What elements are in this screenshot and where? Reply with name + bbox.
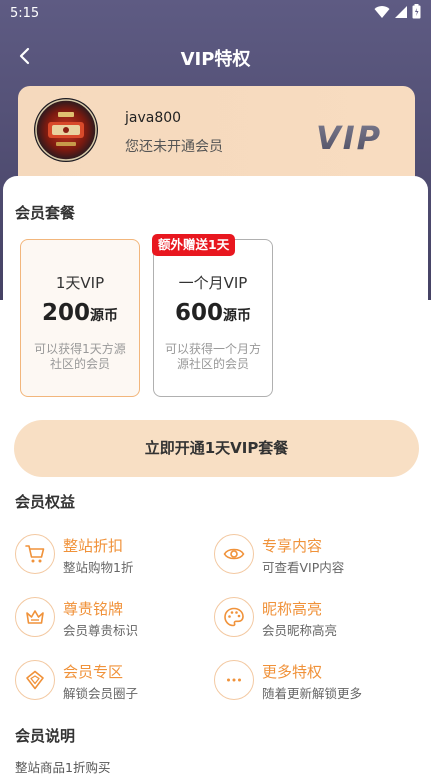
plan-description: 可以获得1天方源社区的会员 — [34, 342, 126, 371]
crown-icon — [15, 597, 55, 637]
benefit-title: 昵称高亮 — [262, 600, 323, 618]
plan-price-value: 600 — [174, 300, 223, 326]
plan-price-unit: 源币 — [90, 308, 118, 324]
signal-icon — [395, 5, 407, 18]
cart-icon — [15, 534, 55, 574]
vip-logo: VIP — [316, 119, 382, 157]
explanation-text: 整站商品1折购买 — [15, 760, 111, 775]
plan-price: 200源币 — [21, 300, 139, 326]
more-dots-icon — [214, 660, 254, 700]
benefit-nickname-highlight[interactable]: 昵称高亮 会员昵称高亮 — [214, 597, 404, 641]
nav-bar: VIP特权 — [0, 36, 431, 76]
benefit-title: 会员专区 — [63, 663, 124, 681]
benefit-more-privileges[interactable]: 更多特权 随着更新解锁更多 — [214, 660, 404, 704]
explanation-section-title: 会员说明 — [15, 727, 76, 745]
benefit-title: 专享内容 — [262, 537, 323, 555]
diamond-icon — [15, 660, 55, 700]
plan-name: 一个月VIP — [178, 274, 248, 292]
eye-icon — [214, 534, 254, 574]
battery-icon — [412, 4, 421, 19]
bonus-badge: 额外赠送1天 — [152, 234, 236, 256]
benefit-subtitle: 整站购物1折 — [63, 560, 134, 575]
benefit-subtitle: 会员昵称高亮 — [262, 623, 338, 638]
benefit-honor-badge[interactable]: 尊贵铭牌 会员尊贵标识 — [15, 597, 205, 641]
plan-price-value: 200 — [41, 300, 90, 326]
benefit-member-zone[interactable]: 会员专区 解锁会员圈子 — [15, 660, 205, 704]
benefit-subtitle: 解锁会员圈子 — [63, 686, 139, 701]
status-bar: 5:15 — [0, 0, 431, 28]
vip-status-text: 您还未开通会员 — [125, 139, 223, 155]
vip-logo-text: VIP — [316, 119, 382, 157]
benefit-subtitle: 可查看VIP内容 — [262, 560, 345, 575]
plan-price-unit: 源币 — [223, 308, 251, 324]
avatar[interactable] — [34, 98, 98, 162]
packages-section-title: 会员套餐 — [15, 204, 76, 222]
status-icons — [374, 4, 421, 19]
plan-price: 600源币 — [154, 300, 272, 326]
palette-icon — [214, 597, 254, 637]
plan-name: 1天VIP — [55, 274, 105, 292]
benefit-title: 尊贵铭牌 — [63, 600, 124, 618]
activate-vip-button[interactable]: 立即开通1天VIP套餐 — [14, 420, 419, 477]
username: java800 — [125, 110, 182, 126]
benefit-title: 更多特权 — [262, 663, 323, 681]
avatar-emblem-icon — [35, 99, 97, 161]
benefit-subtitle: 随着更新解锁更多 — [262, 686, 363, 701]
benefit-title: 整站折扣 — [63, 537, 124, 555]
benefit-exclusive-content[interactable]: 专享内容 可查看VIP内容 — [214, 534, 404, 578]
plan-card-1month[interactable]: 额外赠送1天 一个月VIP 600源币 可以获得一个月方源社区的会员 — [152, 234, 273, 397]
page-title: VIP特权 — [180, 49, 251, 70]
membership-sheet: 会员套餐 1天VIP 200源币 可以获得1天方源社区的会员 额外赠送1天 一个… — [3, 176, 428, 776]
plan-description: 可以获得一个月方源社区的会员 — [164, 342, 261, 371]
wifi-icon — [374, 5, 390, 18]
plan-card-1day[interactable]: 1天VIP 200源币 可以获得1天方源社区的会员 — [20, 239, 140, 397]
benefits-section-title: 会员权益 — [15, 493, 76, 511]
status-time: 5:15 — [10, 6, 40, 21]
benefit-site-discount[interactable]: 整站折扣 整站购物1折 — [15, 534, 205, 578]
benefit-subtitle: 会员尊贵标识 — [63, 623, 139, 638]
